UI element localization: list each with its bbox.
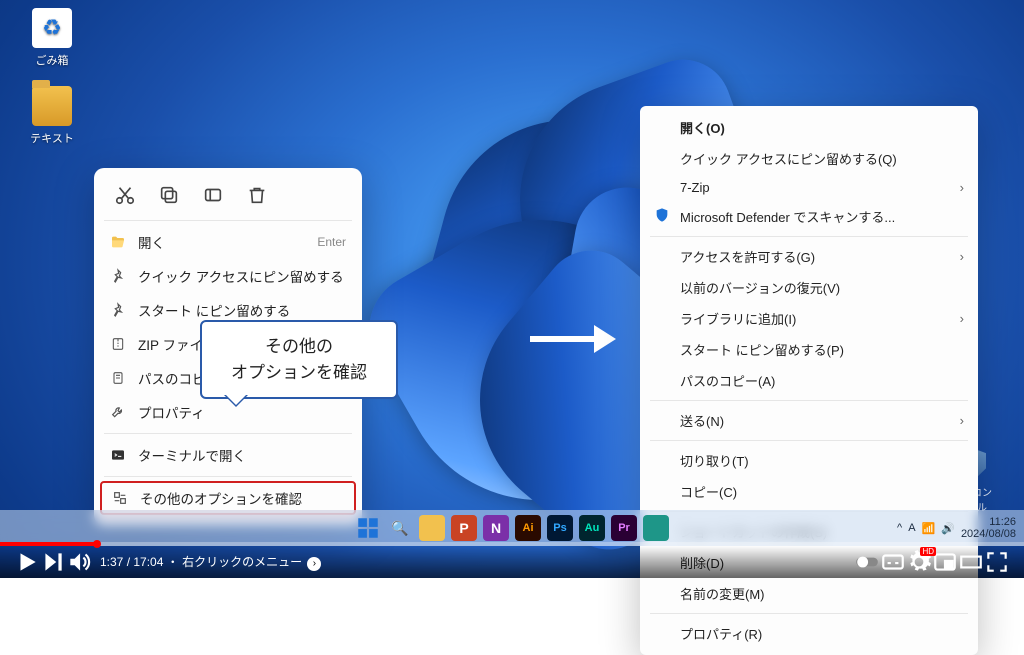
next-button[interactable] xyxy=(40,549,66,575)
pin-quick-access-item[interactable]: クイック アクセスにピン留めする xyxy=(94,259,362,293)
callout-bubble: その他の オプションを確認 xyxy=(200,320,398,399)
app-icon[interactable] xyxy=(643,515,669,541)
windows-taskbar[interactable]: 🔍 P N Ai Ps Au Pr ^ A 📶 🔊 11:26 2024/08/… xyxy=(0,510,1024,546)
premiere-icon[interactable]: Pr xyxy=(611,515,637,541)
tray-chevron-icon[interactable]: ^ xyxy=(897,522,902,534)
send-to-item[interactable]: 送る(N)› xyxy=(640,405,978,436)
settings-button[interactable]: HD xyxy=(906,549,932,575)
chevron-right-icon: › xyxy=(960,413,964,428)
folder-icon xyxy=(32,86,72,126)
open-terminal-item[interactable]: ターミナルで開く xyxy=(94,438,362,472)
theater-button[interactable] xyxy=(958,549,984,575)
folder-label: テキスト xyxy=(20,130,84,146)
wrench-icon xyxy=(110,404,126,420)
quick-action-row xyxy=(94,176,362,216)
folder-open-icon xyxy=(110,234,126,250)
chevron-right-icon: › xyxy=(960,311,964,326)
explorer-icon[interactable] xyxy=(419,515,445,541)
open-item[interactable]: 開く(O) xyxy=(640,112,978,143)
recycle-bin-icon[interactable]: ♻ ごみ箱 xyxy=(20,8,84,68)
arrow-right-icon xyxy=(530,318,630,357)
copy-path-icon xyxy=(110,370,126,386)
chapter-next-icon[interactable]: › xyxy=(307,557,321,571)
terminal-icon xyxy=(110,447,126,463)
system-tray[interactable]: ^ A 📶 🔊 11:26 2024/08/08 xyxy=(897,516,1016,540)
powerpoint-icon[interactable]: P xyxy=(451,515,477,541)
pin-quick-access-item[interactable]: クイック アクセスにピン留めする(Q) xyxy=(640,143,978,174)
fullscreen-button[interactable] xyxy=(984,549,1010,575)
video-player-controls: 1:37 / 17:04 ・ 右クリックのメニュー › HD xyxy=(0,546,1024,578)
defender-scan-item[interactable]: Microsoft Defender でスキャンする... xyxy=(640,201,978,232)
chevron-right-icon: › xyxy=(960,249,964,264)
properties-item[interactable]: プロパティ(R) xyxy=(640,618,978,649)
autoplay-toggle[interactable] xyxy=(854,549,880,575)
open-item[interactable]: 開く Enter xyxy=(94,225,362,259)
clock: 11:26 xyxy=(961,516,1016,528)
audition-icon[interactable]: Au xyxy=(579,515,605,541)
search-button[interactable]: 🔍 xyxy=(387,515,413,541)
recycle-icon: ♻ xyxy=(32,8,72,48)
pin-icon xyxy=(110,302,126,318)
current-time: 1:37 xyxy=(100,555,123,569)
quality-badge: HD xyxy=(920,547,936,556)
restore-versions-item[interactable]: 以前のバージョンの復元(V) xyxy=(640,272,978,303)
add-to-library-item[interactable]: ライブラリに追加(I)› xyxy=(640,303,978,334)
total-time: 17:04 xyxy=(133,555,163,569)
cut-item[interactable]: 切り取り(T) xyxy=(640,445,978,476)
copy-icon[interactable] xyxy=(158,184,180,206)
more-options-icon xyxy=(112,490,128,506)
recycle-bin-label: ごみ箱 xyxy=(20,52,84,68)
copy-path-item[interactable]: パスのコピー(A) xyxy=(640,365,978,396)
chevron-right-icon: › xyxy=(960,180,964,195)
volume-button[interactable] xyxy=(66,549,92,575)
play-button[interactable] xyxy=(14,549,40,575)
zip-icon xyxy=(110,336,126,352)
volume-icon[interactable]: 🔊 xyxy=(941,522,955,535)
cut-icon[interactable] xyxy=(114,184,136,206)
defender-shield-icon xyxy=(654,207,670,223)
start-button[interactable] xyxy=(355,515,381,541)
copy-item[interactable]: コピー(C) xyxy=(640,476,978,507)
rename-item[interactable]: 名前の変更(M) xyxy=(640,578,978,609)
text-folder-icon[interactable]: テキスト xyxy=(20,86,84,146)
wifi-icon[interactable]: 📶 xyxy=(922,522,936,535)
grant-access-item[interactable]: アクセスを許可する(G)› xyxy=(640,241,978,272)
seven-zip-item[interactable]: 7-Zip› xyxy=(640,174,978,201)
date: 2024/08/08 xyxy=(961,528,1016,540)
pin-start-item[interactable]: スタート にピン留めする(P) xyxy=(640,334,978,365)
illustrator-icon[interactable]: Ai xyxy=(515,515,541,541)
delete-icon[interactable] xyxy=(246,184,268,206)
rename-icon[interactable] xyxy=(202,184,224,206)
onenote-icon[interactable]: N xyxy=(483,515,509,541)
ime-icon[interactable]: A xyxy=(908,522,915,534)
photoshop-icon[interactable]: Ps xyxy=(547,515,573,541)
chapter-title[interactable]: 右クリックのメニュー xyxy=(182,555,302,569)
pin-icon xyxy=(110,268,126,284)
subtitles-button[interactable] xyxy=(880,549,906,575)
